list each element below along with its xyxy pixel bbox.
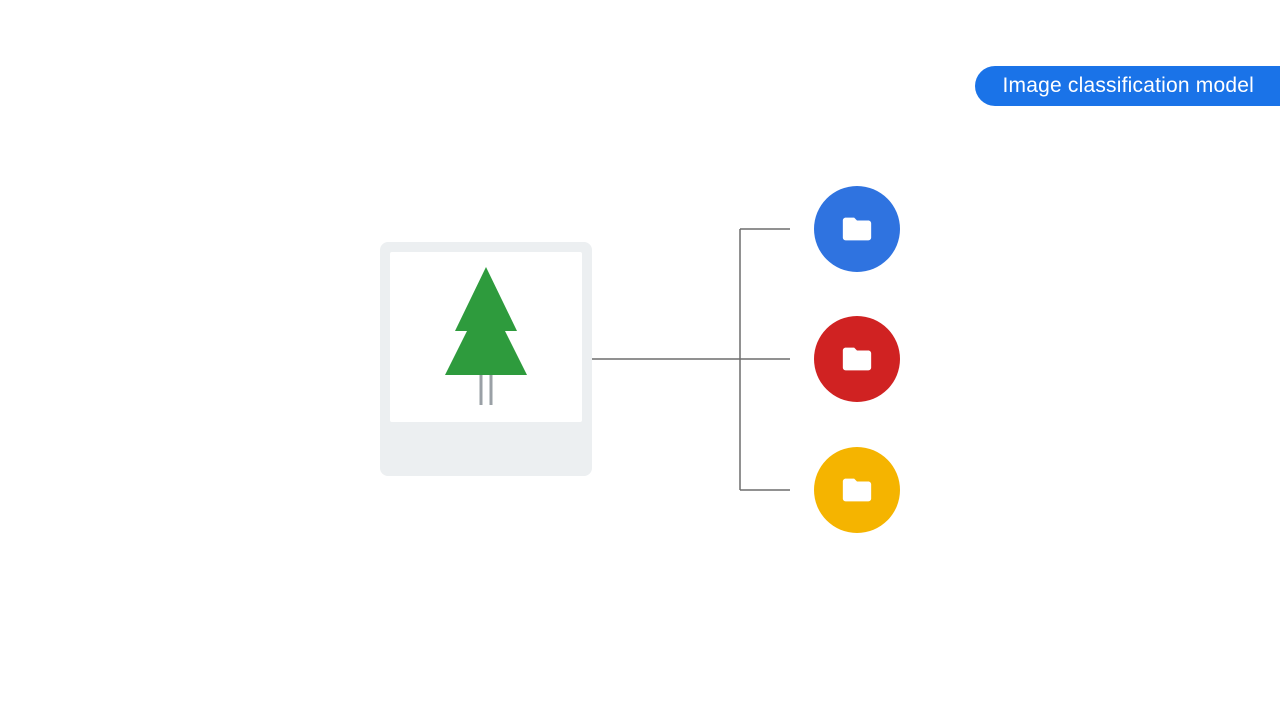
folder-icon [840,342,874,376]
category-folder-blue [814,186,900,272]
tree-icon [441,267,531,407]
category-folder-red [814,316,900,402]
category-folder-yellow [814,447,900,533]
input-image [390,252,582,422]
folder-icon [840,212,874,246]
folder-icon [840,473,874,507]
connector-lines [0,0,1280,720]
input-image-card [380,242,592,476]
title-badge: Image classification model [975,66,1280,106]
